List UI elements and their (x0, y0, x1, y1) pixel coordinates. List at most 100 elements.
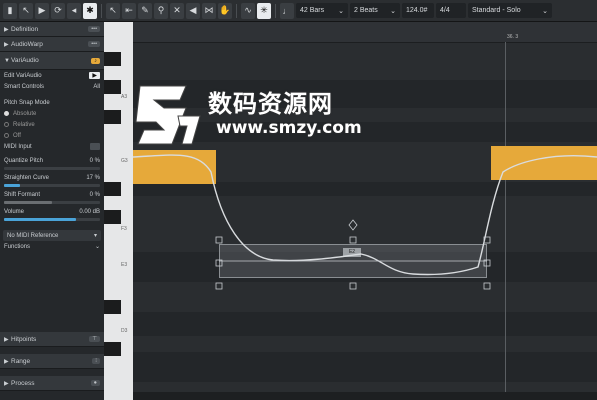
toolbar-divider (101, 3, 102, 18)
play-icon[interactable]: ▶ (35, 2, 49, 19)
beats-field[interactable]: 2 Beats ⌄ (350, 3, 400, 18)
chevron-down-icon: ⌄ (542, 7, 548, 15)
segment-handle[interactable] (349, 236, 357, 244)
preset-select[interactable]: Standard - Solo ⌄ (468, 3, 552, 18)
process-icon[interactable]: ● (90, 380, 100, 386)
smart-controls-label: Smart Controls (4, 83, 45, 90)
pitch-snap-mode-label: Pitch Snap Mode (4, 99, 50, 106)
black-key[interactable] (104, 300, 121, 314)
midi-input-toggle[interactable] (90, 143, 100, 150)
midi-reference-select[interactable]: No MIDI Reference ▾ (3, 230, 101, 241)
signature-field[interactable]: 4/4 (436, 3, 466, 18)
edit-variaudio-row[interactable]: Edit VariAudio ▶ (0, 70, 104, 81)
slider-label: Volume (4, 208, 25, 215)
slider-track[interactable] (4, 218, 100, 221)
section-hitpoints[interactable]: ▶ Hitpoints ⊤ (0, 332, 104, 347)
midi-input-row[interactable]: MIDI Input (0, 141, 104, 152)
section-definition[interactable]: ▶ Definition ••• (0, 22, 104, 37)
tempo-field[interactable]: 124.0# (402, 3, 434, 18)
snap-option-label: Off (13, 132, 21, 139)
snap-icon[interactable]: ✳ (257, 2, 271, 19)
shift-formant-slider[interactable]: Shift Formant 0 % (0, 190, 104, 207)
preset-value: Standard - Solo (472, 7, 521, 14)
segment-handle[interactable] (349, 282, 357, 290)
note-label: E3 (121, 262, 128, 268)
pointer-icon[interactable]: ↖ (19, 2, 33, 19)
watermark-logo-icon (135, 85, 201, 145)
snap-option-off[interactable]: Off (0, 130, 104, 141)
snap-option-label: Absolute (13, 110, 37, 117)
play-icon[interactable]: ▶ (89, 72, 100, 79)
volume-slider[interactable]: Volume 0.00 dB (0, 207, 104, 224)
section-label: Range (11, 357, 31, 365)
zoom-icon[interactable]: ⚲ (154, 2, 168, 19)
audition-icon[interactable]: ◀ (186, 2, 200, 19)
straighten-curve-slider[interactable]: Straighten Curve 17 % (0, 173, 104, 190)
radio-icon[interactable] (4, 133, 9, 138)
bars-value: 42 Bars (300, 7, 325, 14)
black-key[interactable] (104, 52, 121, 66)
note-icon[interactable]: ♩ (280, 2, 294, 19)
speaker-icon[interactable]: ◂ (67, 2, 81, 19)
watermark-url: www.smzy.com (216, 118, 362, 138)
black-key[interactable] (104, 182, 121, 196)
segment-handle[interactable] (215, 236, 223, 244)
slider-label: Quantize Pitch (4, 157, 44, 164)
slider-track[interactable] (4, 167, 100, 170)
slider-track[interactable] (4, 201, 100, 204)
segment-handle[interactable] (483, 282, 491, 290)
warp-icon[interactable]: ⋈ (202, 2, 216, 19)
slider-track[interactable] (4, 184, 100, 187)
black-key[interactable] (104, 342, 121, 356)
section-label: Definition (11, 25, 39, 33)
black-key[interactable] (104, 210, 121, 224)
hand-icon[interactable]: ✋ (218, 2, 232, 19)
black-key[interactable] (104, 80, 121, 94)
piano-keyboard[interactable]: A3 G3 F3 E3 D3 (104, 22, 133, 400)
functions-select[interactable]: Functions ⌄ (0, 241, 104, 252)
loop-icon[interactable]: ⟳ (51, 2, 65, 19)
midi-input-label: MIDI Input (4, 143, 32, 150)
slider-label: Shift Formant (4, 191, 41, 198)
pitch-curve[interactable] (133, 154, 597, 276)
select-tool-icon[interactable]: ↖ (106, 2, 120, 19)
bars-field[interactable]: 42 Bars ⌄ (296, 3, 348, 18)
range-icon[interactable]: ⁝ (92, 358, 100, 364)
horizontal-scrollbar[interactable] (133, 392, 597, 400)
quantize-pitch-slider[interactable]: Quantize Pitch 0 % (0, 156, 104, 173)
pencil-icon[interactable]: ✎ (138, 2, 152, 19)
erase-icon[interactable]: ✕ (170, 2, 184, 19)
settings-icon[interactable]: ✱ (83, 2, 97, 19)
chevron-right-icon: ▶ (4, 26, 9, 33)
radio-icon[interactable] (4, 122, 9, 127)
pitch-handle-icon[interactable] (348, 219, 358, 231)
note-label: D3 (121, 328, 128, 334)
snap-option-label: Relative (13, 121, 35, 128)
toolbar-divider (275, 3, 276, 18)
marker-icon[interactable]: ▮ (3, 2, 17, 19)
hitpoints-icon[interactable]: ⊤ (89, 336, 100, 342)
curve-icon[interactable]: ∿ (241, 2, 255, 19)
variaudio-icon[interactable]: ♪ (91, 57, 100, 64)
chevron-down-icon: ▼ (4, 57, 10, 64)
section-variaudio[interactable]: ▼ VariAudio ♪ (0, 52, 104, 70)
section-label: Process (11, 379, 35, 387)
note-label: F3 (121, 226, 127, 232)
slider-value: 17 % (86, 174, 100, 181)
smart-controls-row[interactable]: Smart Controls All (0, 81, 104, 92)
slider-fill (4, 218, 76, 221)
section-audiowarp[interactable]: ▶ AudioWarp ••• (0, 37, 104, 52)
range-tool-icon[interactable]: ⇤ (122, 2, 136, 19)
smart-controls-value[interactable]: All (93, 84, 100, 90)
menu-icon[interactable]: ••• (88, 26, 100, 32)
black-key[interactable] (104, 110, 121, 124)
segment-handle[interactable] (215, 282, 223, 290)
radio-icon[interactable] (4, 111, 9, 116)
section-label: Hitpoints (11, 335, 37, 343)
snap-option-absolute[interactable]: Absolute (0, 108, 104, 119)
section-range[interactable]: ▶ Range ⁝ (0, 354, 104, 369)
menu-icon[interactable]: ••• (88, 41, 100, 47)
section-process[interactable]: ▶ Process ● (0, 376, 104, 391)
section-label: VariAudio (11, 57, 39, 64)
snap-option-relative[interactable]: Relative (0, 119, 104, 130)
